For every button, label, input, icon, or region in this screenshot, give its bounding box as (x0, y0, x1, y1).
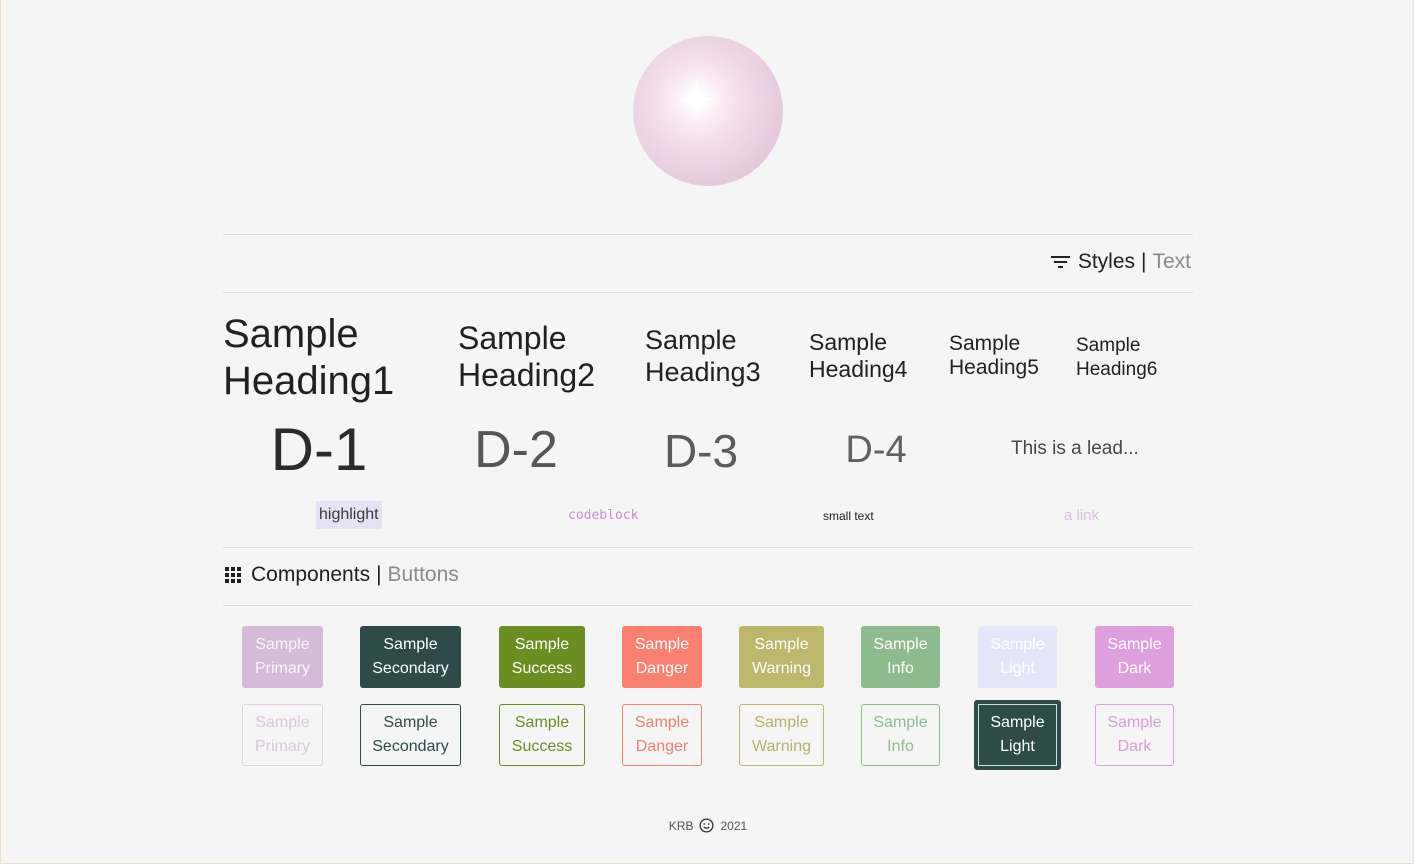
button-label: Primary (254, 738, 311, 755)
success-outline-button[interactable]: Sample Success (499, 704, 585, 766)
components-section-header: Components | Buttons (225, 563, 459, 587)
title-separator: | (1141, 250, 1147, 273)
footer-author: KRB (668, 818, 694, 833)
success-button[interactable]: Sample Success (499, 626, 585, 688)
title-separator: | (376, 563, 382, 586)
styles-title: Styles (1077, 250, 1136, 273)
button-label: Sample (514, 714, 570, 731)
display-4: D-4 (845, 429, 907, 471)
smile-icon (699, 818, 715, 833)
button-label: Sample (990, 636, 1045, 653)
sparkle-orb-logo (633, 36, 783, 186)
heading-line: Sample (458, 320, 567, 356)
secondary-button[interactable]: Sample Secondary (360, 626, 461, 688)
button-label: Primary (254, 660, 311, 677)
button-label: Success (511, 660, 573, 677)
button-label: Warning (752, 738, 811, 755)
button-label: Sample (255, 714, 310, 731)
display-3: D-3 (663, 425, 739, 477)
primary-button[interactable]: Sample Primary (242, 626, 323, 688)
button-label: Success (511, 738, 573, 755)
button-label: Dark (1117, 738, 1152, 755)
danger-button[interactable]: Sample Danger (622, 626, 702, 688)
button-label: Sample (383, 636, 438, 653)
sparkle-icon (671, 73, 723, 125)
button-label: Sample (873, 636, 928, 653)
display-1: D-1 (270, 416, 368, 483)
button-label: Secondary (372, 660, 449, 677)
danger-outline-button[interactable]: Sample Danger (622, 704, 702, 766)
secondary-outline-button[interactable]: Sample Secondary (360, 704, 461, 766)
sample-heading-2: Sample Heading2 (458, 320, 595, 395)
heading-line: Heading3 (645, 356, 761, 387)
heading-line: Sample (223, 312, 359, 356)
warning-button[interactable]: Sample Warning (739, 626, 824, 688)
button-label: Danger (635, 738, 689, 755)
button-label: Sample (514, 636, 570, 653)
light-button[interactable]: Sample Light (978, 626, 1057, 688)
info-outline-button[interactable]: Sample Info (861, 704, 940, 766)
button-label: Sample (383, 714, 438, 731)
button-label: Sample (634, 714, 690, 731)
footer: KRB 2021 (1, 818, 1414, 833)
button-label: Light (1000, 660, 1035, 677)
button-label: Danger (635, 660, 689, 677)
heading-line: Heading4 (809, 355, 908, 382)
button-label: Sample (1107, 714, 1162, 731)
heading-line: Heading2 (458, 357, 595, 394)
heading-line: Heading1 (223, 358, 395, 403)
heading-line: Sample (949, 332, 1021, 355)
footer-year: 2021 (720, 818, 748, 833)
heading-line: Sample (1076, 335, 1141, 356)
divider (223, 292, 1193, 293)
divider (223, 547, 1193, 548)
dark-button[interactable]: Sample Dark (1095, 626, 1174, 688)
button-label: Sample (255, 636, 310, 653)
components-title: Components (251, 563, 371, 586)
divider (223, 605, 1193, 606)
divider (223, 234, 1193, 235)
heading-line: Sample (809, 329, 887, 355)
button-label: Sample (634, 636, 690, 653)
sample-heading-1: Sample Heading1 (223, 311, 394, 405)
button-label: Sample (1107, 636, 1162, 653)
info-button[interactable]: Sample Info (861, 626, 940, 688)
sample-heading-6: Sample Heading6 (1076, 334, 1157, 382)
button-label: Sample (754, 636, 809, 653)
sample-heading-5: Sample Heading5 (949, 332, 1039, 380)
heading-line: Heading6 (1076, 358, 1158, 380)
button-label: Sample (873, 714, 928, 731)
warning-outline-button[interactable]: Sample Warning (739, 704, 824, 766)
filter-list-icon (1050, 256, 1070, 268)
light-outline-button[interactable]: Sample Light (974, 700, 1061, 770)
lead-text: This is a lead... (1011, 438, 1139, 459)
button-label: Warning (752, 660, 811, 677)
heading-line: Sample (645, 325, 737, 355)
button-label: Sample (754, 714, 809, 731)
codeblock-text: codeblock (568, 508, 639, 523)
button-label: Dark (1117, 660, 1152, 677)
highlight-text: highlight (316, 501, 382, 529)
dark-outline-button[interactable]: Sample Dark (1095, 704, 1174, 766)
sample-heading-3: Sample Heading3 (645, 325, 761, 388)
button-label: Sample (990, 714, 1045, 731)
display-2: D-2 (474, 421, 558, 479)
heading-line: Heading5 (949, 356, 1039, 380)
sample-heading-4: Sample Heading4 (809, 329, 907, 383)
sample-link[interactable]: a link (1064, 507, 1099, 524)
primary-outline-button[interactable]: Sample Primary (242, 704, 323, 766)
button-label: Secondary (372, 738, 449, 755)
apps-grid-icon (225, 566, 241, 583)
components-subtitle: Buttons (387, 563, 459, 586)
button-label: Info (887, 660, 914, 677)
button-label: Light (1000, 738, 1035, 755)
button-label: Info (887, 738, 914, 755)
styles-section-header: Styles | Text (1050, 250, 1191, 274)
small-text: small text (823, 509, 874, 523)
styles-subtitle: Text (1152, 250, 1191, 273)
